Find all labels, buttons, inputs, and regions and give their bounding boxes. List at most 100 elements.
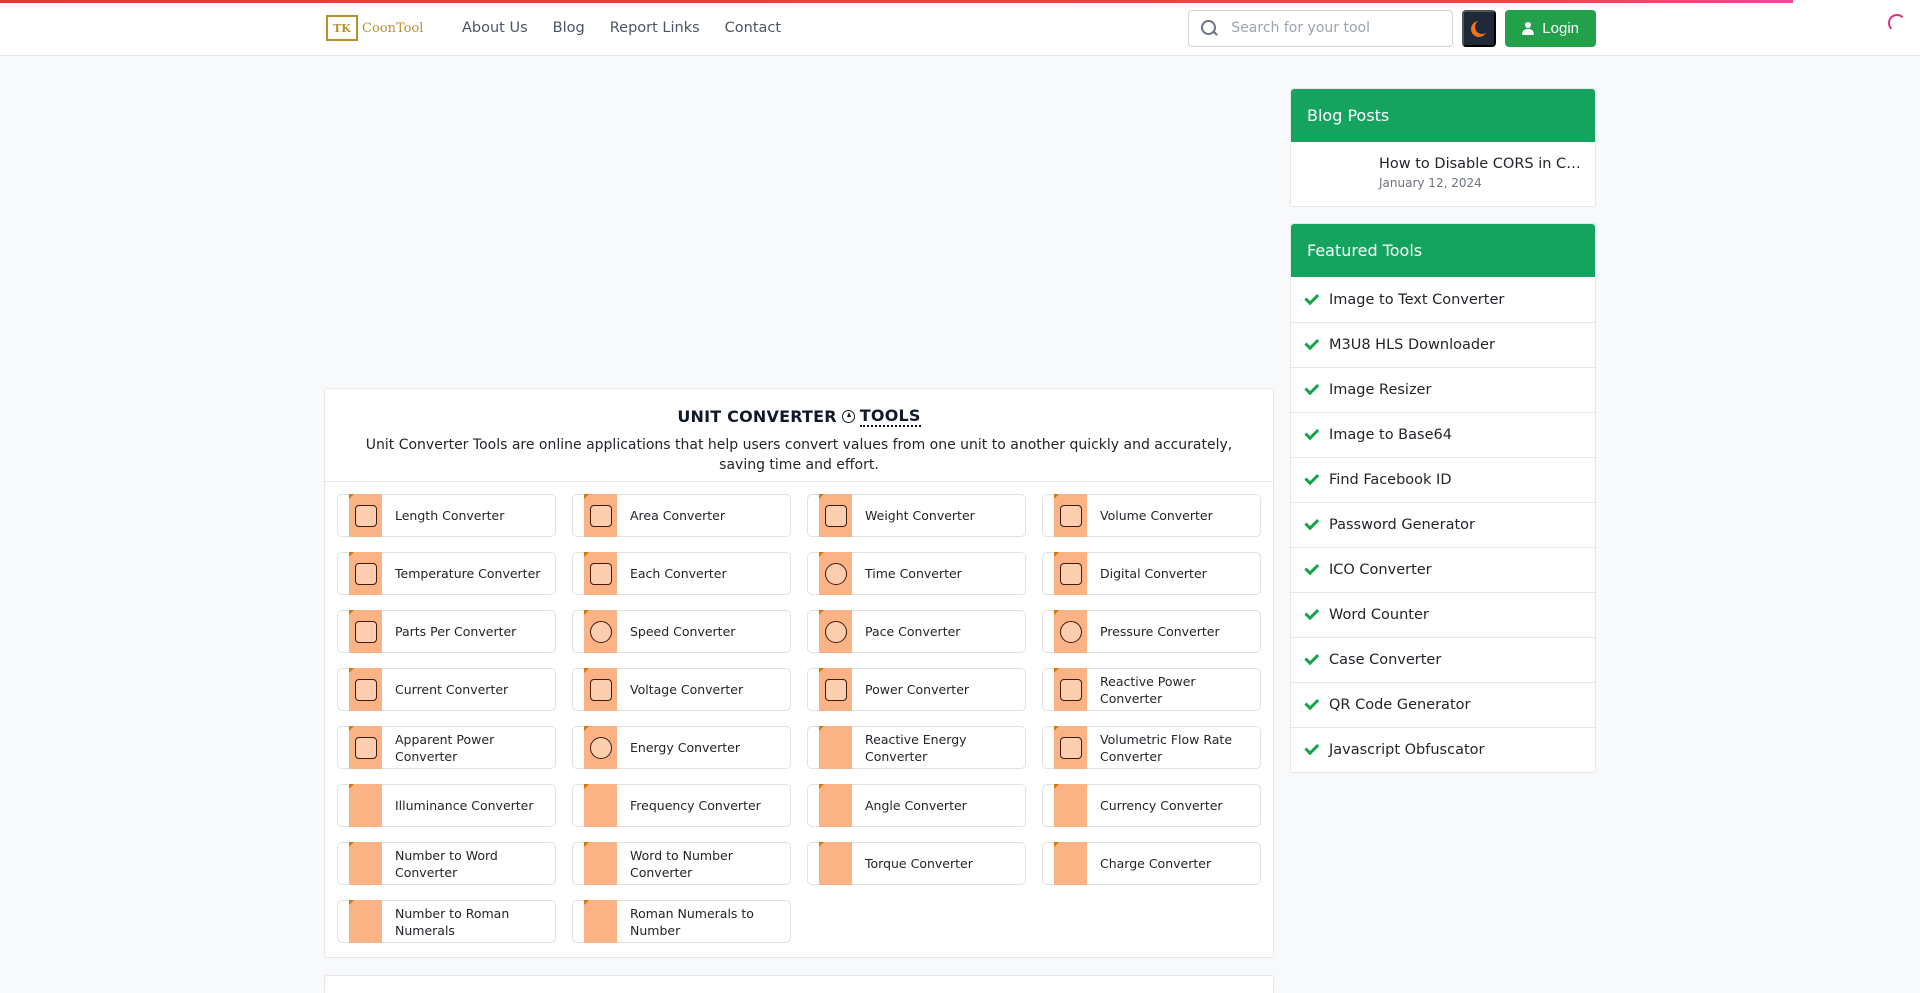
tool-card[interactable]: Digital Converter (1042, 552, 1261, 595)
tool-card[interactable]: Word to Number Converter (572, 842, 791, 885)
chip-icon (1054, 552, 1087, 595)
featured-tool-item[interactable]: Image to Text Converter (1291, 277, 1595, 322)
tool-card[interactable]: Apparent Power Converter (337, 726, 556, 769)
site-logo[interactable]: TK CoonTool (326, 14, 429, 42)
tool-glyph (824, 620, 847, 643)
tool-label: Current Converter (395, 682, 509, 697)
tool-label: Number to Word Converter (395, 847, 498, 880)
arrow-circle-up-icon (841, 410, 855, 423)
tool-card[interactable]: Frequency Converter (572, 784, 791, 827)
featured-tool-item[interactable]: Find Facebook ID (1291, 457, 1595, 502)
featured-tool-item[interactable]: QR Code Generator (1291, 682, 1595, 727)
unit-converter-tools-card: UNIT CONVERTER TOOLS Unit Converter Tool… (324, 388, 1274, 958)
blog-post-date: January 12, 2024 (1379, 176, 1482, 190)
check-icon (1304, 425, 1320, 441)
nav-link-about-us[interactable]: About Us (462, 20, 528, 36)
tool-card[interactable]: Time Converter (807, 552, 1026, 595)
blank-icon (819, 726, 852, 769)
featured-tool-item[interactable]: Image Resizer (1291, 367, 1595, 412)
tool-glyph (824, 562, 847, 585)
featured-tool-label: ICO Converter (1329, 562, 1432, 578)
featured-tool-label: Image to Base64 (1329, 427, 1452, 443)
tool-card[interactable]: Volume Converter (1042, 494, 1261, 537)
tool-card[interactable]: Length Converter (337, 494, 556, 537)
tool-card[interactable]: Temperature Converter (337, 552, 556, 595)
featured-tool-item[interactable]: Javascript Obfuscator (1291, 727, 1595, 772)
tool-label: Volumetric Flow Rate Converter (1100, 731, 1233, 764)
tool-card[interactable]: Reactive Energy Converter (807, 726, 1026, 769)
featured-tool-item[interactable]: Image to Base64 (1291, 412, 1595, 457)
tool-card[interactable]: Volumetric Flow Rate Converter (1042, 726, 1261, 769)
tool-label: Word to Number Converter (630, 847, 733, 880)
loading-spinner-icon (1888, 14, 1906, 32)
tool-card[interactable]: Power Converter (807, 668, 1026, 711)
moon-icon (1475, 20, 1489, 34)
tool-card[interactable]: Parts Per Converter (337, 610, 556, 653)
tool-card[interactable]: Speed Converter (572, 610, 791, 653)
tool-card[interactable]: Number to Word Converter (337, 842, 556, 885)
search-icon (1199, 18, 1219, 38)
tool-label: Illuminance Converter (395, 798, 534, 813)
tool-card[interactable]: Energy Converter (572, 726, 791, 769)
page-load-progress-bar (0, 0, 1793, 3)
tool-card[interactable]: Voltage Converter (572, 668, 791, 711)
tool-card[interactable]: Reactive Power Converter (1042, 668, 1261, 711)
featured-tool-item[interactable]: Case Converter (1291, 637, 1595, 682)
tool-card[interactable]: Number to Roman Numerals (337, 900, 556, 943)
blog-posts-card: Blog Posts How to Disable CORS in Chro..… (1290, 88, 1596, 207)
nav-links: About Us Blog Report Links Contact (462, 20, 781, 36)
tool-label: Temperature Converter (395, 566, 541, 581)
login-button[interactable]: Login (1505, 9, 1596, 47)
featured-tool-item[interactable]: ICO Converter (1291, 547, 1595, 592)
tool-glyph (589, 620, 612, 643)
tool-label: Speed Converter (630, 624, 736, 639)
power-tower-icon (349, 726, 382, 769)
featured-tool-label: Find Facebook ID (1329, 472, 1452, 488)
featured-tool-item[interactable]: Password Generator (1291, 502, 1595, 547)
battery-icon (819, 668, 852, 711)
barrel-icon (1054, 726, 1087, 769)
tool-label: Weight Converter (865, 508, 975, 523)
tools-header: UNIT CONVERTER TOOLS Unit Converter Tool… (325, 389, 1273, 482)
tool-card[interactable]: Illuminance Converter (337, 784, 556, 827)
scale-icon (819, 494, 852, 537)
search-input[interactable] (1231, 20, 1432, 36)
tool-glyph (354, 736, 377, 759)
tool-grid: Length Converter Area Converter Weight Con… (337, 494, 1263, 943)
blog-post-item[interactable]: How to Disable CORS in Chro... January 1… (1291, 142, 1595, 206)
nav-link-report-links[interactable]: Report Links (610, 20, 700, 36)
monitor-icon (349, 668, 382, 711)
tool-card[interactable]: Weight Converter (807, 494, 1026, 537)
tool-label: Reactive Power Converter (1100, 673, 1196, 706)
tool-label: Currency Converter (1100, 798, 1223, 813)
tool-card[interactable]: Angle Converter (807, 784, 1026, 827)
top-navbar: TK CoonTool About Us Blog Report Links C… (0, 0, 1920, 56)
tool-card[interactable]: Charge Converter (1042, 842, 1261, 885)
blank-icon (819, 842, 852, 885)
blog-post-title[interactable]: How to Disable CORS in Chro... (1379, 156, 1589, 172)
nav-link-contact[interactable]: Contact (725, 20, 781, 36)
lightning-icon (1054, 668, 1087, 711)
tool-card[interactable]: Each Converter (572, 552, 791, 595)
tool-card[interactable]: Roman Numerals to Number (572, 900, 791, 943)
featured-tool-item[interactable]: Word Counter (1291, 592, 1595, 637)
blank-icon (584, 842, 617, 885)
tool-card[interactable]: Pace Converter (807, 610, 1026, 653)
featured-tools-heading: Featured Tools (1291, 224, 1595, 277)
blank-icon (349, 784, 382, 827)
tool-card[interactable]: Current Converter (337, 668, 556, 711)
featured-tool-label: Image to Text Converter (1329, 291, 1505, 308)
tool-card[interactable]: Currency Converter (1042, 784, 1261, 827)
blank-icon (349, 900, 382, 943)
nav-link-blog[interactable]: Blog (553, 20, 585, 36)
dark-mode-toggle[interactable] (1462, 9, 1497, 47)
tool-glyph (824, 678, 847, 701)
tool-card[interactable]: Area Converter (572, 494, 791, 537)
tool-glyph (589, 678, 612, 701)
tool-label: Pressure Converter (1100, 624, 1220, 639)
featured-tool-item[interactable]: M3U8 HLS Downloader (1291, 322, 1595, 367)
tool-card[interactable]: Pressure Converter (1042, 610, 1261, 653)
thermometer-icon (349, 552, 382, 595)
tool-card[interactable]: Torque Converter (807, 842, 1026, 885)
blank-icon (349, 842, 382, 885)
